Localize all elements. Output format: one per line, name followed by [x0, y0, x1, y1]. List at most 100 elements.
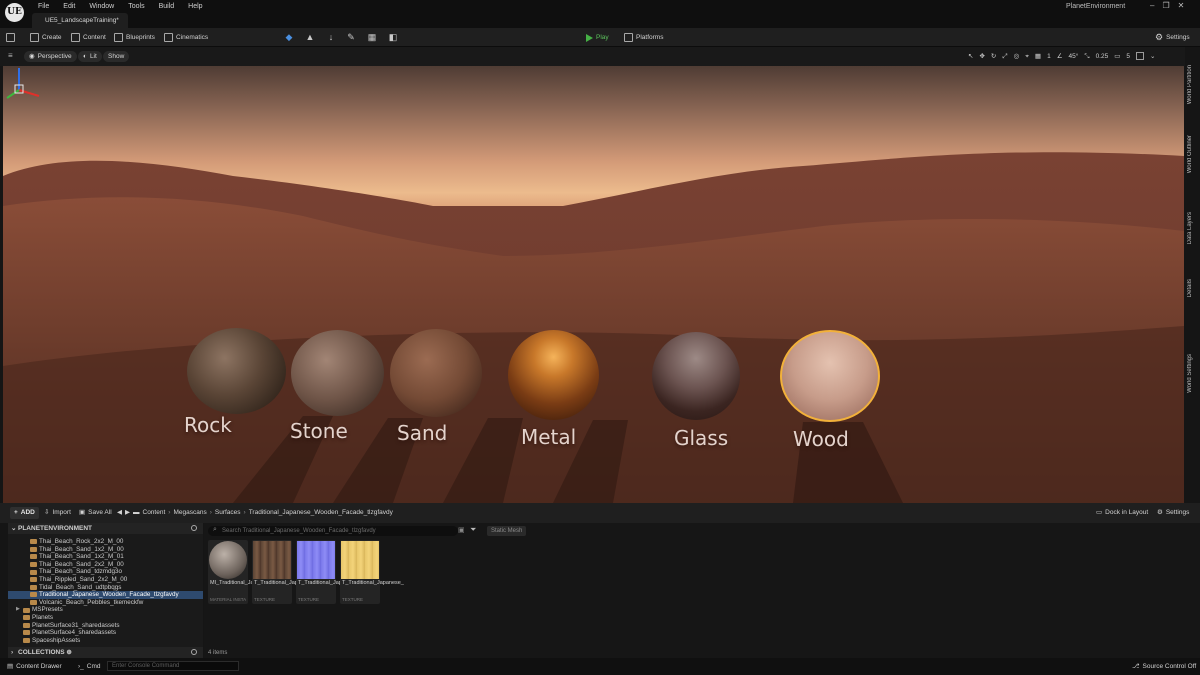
stone-sphere[interactable]	[291, 330, 384, 416]
asset-search-input[interactable]: Search Traditional_Japanese_Wooden_Facad…	[208, 526, 458, 536]
history-forward-icon[interactable]: ▶	[125, 508, 130, 518]
foliage-mode-icon[interactable]: ↓	[326, 32, 336, 42]
scale-snap-icon[interactable]: ⤡	[1084, 51, 1089, 62]
transform-gizmo[interactable]	[3, 66, 43, 106]
select-tool-icon[interactable]: ↖	[968, 51, 973, 62]
history-back-icon[interactable]: ◀	[117, 508, 122, 518]
menu-build[interactable]: Build	[153, 2, 181, 11]
sand-sphere[interactable]	[390, 329, 482, 417]
content-drawer-button[interactable]: ▤ Content Drawer	[7, 662, 62, 671]
glass-sphere[interactable]	[652, 332, 740, 420]
tree-item[interactable]: Thai_Beach_Sand_tdzmdg3o	[8, 568, 203, 576]
tab-data-layers[interactable]: Data Layers	[1187, 212, 1198, 244]
rotate-tool-icon[interactable]: ↻	[991, 51, 996, 62]
create-button[interactable]: Create	[30, 31, 62, 44]
collections-header[interactable]: › COLLECTIONS ⊕	[8, 647, 203, 658]
tree-item[interactable]: Planets	[8, 614, 203, 622]
rotation-snap-value[interactable]: 45°	[1069, 51, 1079, 62]
tree-item-selected[interactable]: Traditional_Japanese_Wooden_Facade_tlzgf…	[8, 591, 203, 599]
content-settings-button[interactable]: ⚙ Settings	[1157, 508, 1189, 518]
chevron-down-icon[interactable]: ⌄	[1150, 51, 1155, 62]
breadcrumb-surfaces[interactable]: Surfaces	[215, 508, 241, 518]
menu-window[interactable]: Window	[83, 2, 120, 11]
menu-file[interactable]: File	[32, 2, 55, 11]
breadcrumb-megascans[interactable]: Megascans	[173, 508, 206, 518]
unreal-logo-icon[interactable]: UE	[5, 3, 24, 22]
perspective-button[interactable]: ◉ Perspective	[24, 51, 77, 62]
select-mode-icon[interactable]: ◆	[284, 32, 294, 42]
mesh-paint-mode-icon[interactable]: ✎	[346, 32, 356, 42]
asset-tile[interactable]: T_Traditional_Japanese_ TEXTURE	[252, 540, 316, 604]
minimize-icon[interactable]: –	[1150, 1, 1154, 10]
tree-item[interactable]: Tidal_Beach_Sand_udtpbqgs	[8, 584, 203, 592]
tree-item[interactable]: PlanetSurface31_sharedassets	[8, 622, 203, 630]
tab-world-partition[interactable]: World Partition	[1187, 65, 1198, 104]
fracture-mode-icon[interactable]: ▦	[367, 32, 377, 42]
platforms-button[interactable]: Platforms	[624, 31, 663, 44]
lit-button[interactable]: ◐ Lit	[78, 51, 102, 62]
asset-tile[interactable]: T_Traditional_Japanese_ TEXTURE	[296, 540, 360, 604]
tree-item[interactable]: Thai_Beach_Sand_1x2_M_00	[8, 546, 203, 554]
tree-item[interactable]: Thai_Rippled_Sand_2x2_M_00	[8, 576, 203, 584]
cmd-button[interactable]: ›_ Cmd	[78, 662, 101, 671]
viewport-layout-icon[interactable]	[1136, 52, 1144, 60]
settings-button[interactable]: ⚙ Settings	[1155, 31, 1190, 44]
menu-tools[interactable]: Tools	[122, 2, 150, 11]
search-icon[interactable]	[191, 649, 197, 655]
save-icon[interactable]	[6, 31, 15, 44]
tree-item[interactable]: SpaceshipAssets	[8, 637, 203, 645]
camera-speed-icon[interactable]: ▭	[1114, 51, 1120, 62]
tree-item[interactable]: Thai_Beach_Rock_2x2_M_00	[8, 538, 203, 546]
rotation-snap-icon[interactable]: ∠	[1057, 51, 1063, 62]
tree-item[interactable]: Thai_Beach_Sand_2x2_M_00	[8, 561, 203, 569]
filter-static-mesh[interactable]: Static Mesh	[487, 526, 527, 536]
breadcrumb-content[interactable]: Content	[143, 508, 166, 518]
save-all-button[interactable]: ▣ Save All	[79, 508, 112, 518]
show-button[interactable]: Show	[103, 51, 130, 62]
move-tool-icon[interactable]: ✥	[979, 51, 984, 62]
add-collection-icon[interactable]: ⊕	[66, 649, 71, 656]
save-search-icon[interactable]: ▣	[458, 526, 465, 534]
sources-header[interactable]: ⌄ PLANETENVIRONMENT	[8, 523, 203, 534]
close-icon[interactable]: ✕	[1178, 1, 1185, 10]
search-icon[interactable]	[191, 525, 197, 531]
landscape-mode-icon[interactable]: ▲	[305, 32, 315, 42]
grid-snap-icon[interactable]: ▦	[1035, 51, 1041, 62]
menu-edit[interactable]: Edit	[57, 2, 81, 11]
tab-world-settings[interactable]: World Settings	[1187, 354, 1198, 393]
maximize-icon[interactable]: ❐	[1162, 1, 1169, 10]
content-button[interactable]: Content	[71, 31, 106, 44]
level-viewport[interactable]: Rock Stone Sand Metal Glass Wood	[3, 66, 1184, 503]
level-tab[interactable]: UE5_LandscapeTraining*	[32, 13, 128, 28]
play-button[interactable]: Play	[586, 31, 609, 44]
tree-item[interactable]: PlanetSurface4_sharedassets	[8, 629, 203, 637]
scale-tool-icon[interactable]: ⤢	[1002, 51, 1007, 62]
tree-item[interactable]: ▶ MSPresets	[8, 606, 203, 614]
cinematics-button[interactable]: Cinematics	[164, 31, 208, 44]
console-command-input[interactable]: Enter Console Command	[107, 661, 239, 671]
scale-snap-value[interactable]: 0.25	[1096, 51, 1109, 62]
tree-item[interactable]: Volcanic_Beach_Pebbles_tkemeckfw	[8, 599, 203, 607]
tab-world-outliner[interactable]: World Outliner	[1187, 135, 1198, 173]
filter-icon[interactable]: ⏷	[470, 525, 476, 535]
import-button[interactable]: ⇩ Import	[44, 508, 71, 518]
grid-snap-value[interactable]: 1	[1047, 51, 1051, 62]
asset-tile[interactable]: T_Traditional_Japanese_ TEXTURE	[340, 540, 404, 604]
metal-sphere[interactable]	[508, 330, 599, 420]
tree-item[interactable]: Thai_Beach_Sand_1x2_M_01	[8, 553, 203, 561]
asset-tile[interactable]: MI_Traditional_Japanese_ MATERIAL INSTA	[208, 540, 275, 604]
dock-in-layout-button[interactable]: ▭ Dock in Layout	[1096, 508, 1148, 518]
source-control-button[interactable]: ⎇ Source Control Off	[1132, 662, 1196, 671]
breadcrumb-current-folder[interactable]: Traditional_Japanese_Wooden_Facade_tlzgf…	[249, 508, 393, 518]
wood-sphere-selected[interactable]	[780, 330, 880, 422]
menu-help[interactable]: Help	[182, 2, 208, 11]
world-space-icon[interactable]: ◎	[1014, 51, 1020, 62]
hamburger-icon[interactable]: ≡	[8, 51, 13, 60]
tab-details[interactable]: Details	[1187, 279, 1198, 297]
add-button[interactable]: + ADD	[10, 507, 39, 519]
blueprints-button[interactable]: Blueprints	[114, 31, 155, 44]
rock-sphere[interactable]	[187, 328, 286, 414]
camera-speed-value[interactable]: 5	[1126, 51, 1130, 62]
surface-snap-icon[interactable]: ⌖	[1025, 51, 1029, 62]
modeling-mode-icon[interactable]: ◧	[388, 32, 398, 42]
